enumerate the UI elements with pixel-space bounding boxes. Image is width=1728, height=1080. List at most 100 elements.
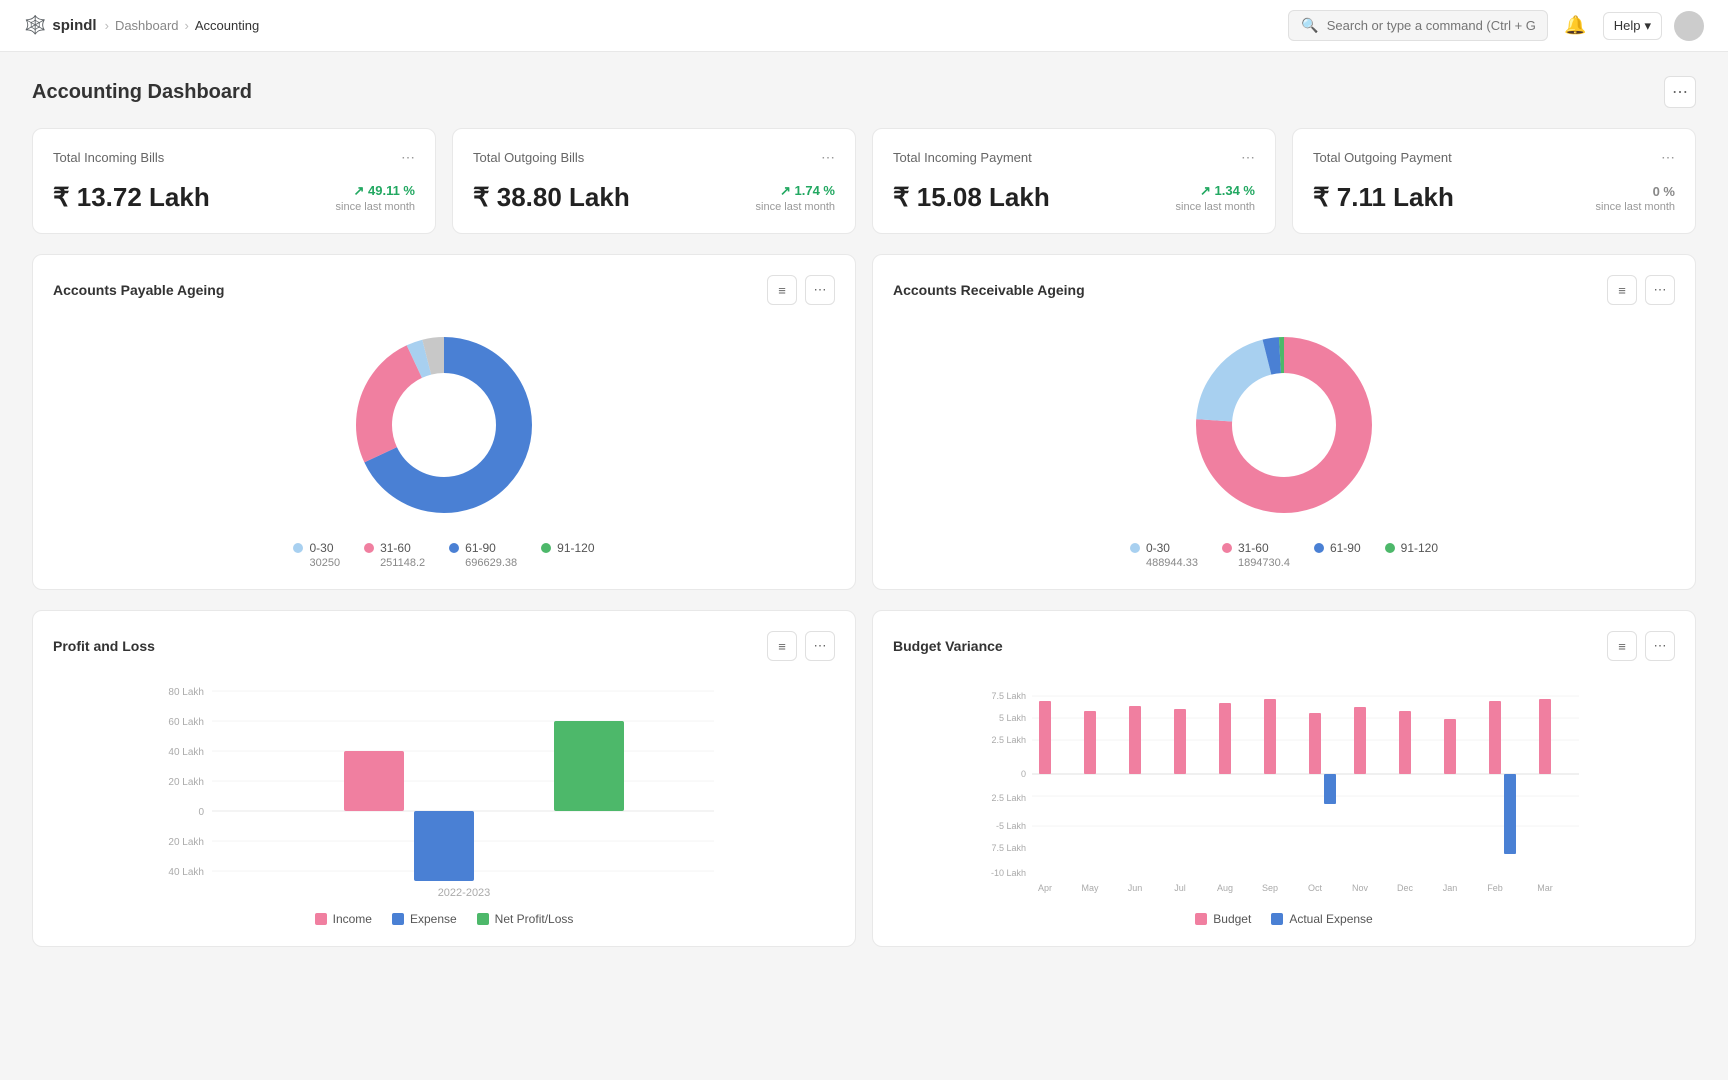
main-content: Accounting Dashboard ⋯ Total Incoming Bi… — [0, 52, 1728, 991]
kpi-menu-button[interactable]: ⋯ — [401, 149, 415, 166]
rec-legend-item-61-90: 61-90 — [1314, 541, 1361, 569]
kpi-title: Total Incoming Bills — [53, 150, 164, 165]
svg-text:5 Lakh: 5 Lakh — [999, 713, 1026, 723]
breadcrumb: › Dashboard › Accounting — [105, 18, 260, 33]
kpi-menu-button[interactable]: ⋯ — [1241, 149, 1255, 166]
kpi-since: since last month — [1596, 201, 1675, 213]
search-input[interactable] — [1327, 18, 1536, 33]
page-more-button[interactable]: ⋯ — [1664, 76, 1696, 108]
bv-bar-chart: 7.5 Lakh 5 Lakh 2.5 Lakh 0 2.5 Lakh -5 L… — [893, 681, 1675, 901]
accounts-receivable-header: Accounts Receivable Ageing ≡ ⋯ — [893, 275, 1675, 305]
svg-text:-10 Lakh: -10 Lakh — [991, 868, 1026, 878]
payable-more-button[interactable]: ⋯ — [805, 275, 835, 305]
search-icon: 🔍 — [1301, 17, 1318, 34]
kpi-value: ₹ 38.80 Lakh — [473, 182, 630, 213]
bv-filter-button[interactable]: ≡ — [1607, 631, 1637, 661]
svg-text:40 Lakh: 40 Lakh — [168, 747, 204, 758]
pnl-more-button[interactable]: ⋯ — [805, 631, 835, 661]
pnl-bar-chart: 80 Lakh 60 Lakh 40 Lakh 20 Lakh 0 20 Lak… — [53, 681, 835, 901]
ageing-charts-row: Accounts Payable Ageing ≡ ⋯ 0-30 — [32, 254, 1696, 590]
kpi-header: Total Outgoing Bills ⋯ — [473, 149, 835, 166]
svg-text:Jul: Jul — [1174, 883, 1186, 893]
pnl-legend-expense: Expense — [392, 912, 457, 926]
legend-item-91-120: 91-120 — [541, 541, 594, 569]
svg-text:Oct: Oct — [1308, 883, 1323, 893]
kpi-menu-button[interactable]: ⋯ — [1661, 149, 1675, 166]
avatar[interactable] — [1674, 11, 1704, 41]
receivable-filter-button[interactable]: ≡ — [1607, 275, 1637, 305]
accounts-payable-title: Accounts Payable Ageing — [53, 282, 224, 298]
svg-text:0: 0 — [198, 807, 204, 818]
svg-text:60 Lakh: 60 Lakh — [168, 717, 204, 728]
kpi-pct: ↗ 49.11 % — [336, 183, 415, 199]
kpi-title: Total Outgoing Bills — [473, 150, 584, 165]
navbar-right: 🔍 🔔 Help ▾ — [1288, 10, 1704, 41]
svg-text:2.5 Lakh: 2.5 Lakh — [991, 793, 1026, 803]
kpi-card-total-incoming-bills: Total Incoming Bills ⋯ ₹ 13.72 Lakh ↗ 49… — [32, 128, 436, 234]
accounts-receivable-title: Accounts Receivable Ageing — [893, 282, 1085, 298]
legend-item-31-60: 31-60 251148.2 — [364, 541, 425, 569]
svg-text:May: May — [1081, 883, 1099, 893]
logo: 🕸️ spindl — [24, 15, 97, 36]
kpi-header: Total Incoming Payment ⋯ — [893, 149, 1255, 166]
svg-text:80 Lakh: 80 Lakh — [168, 687, 204, 698]
kpi-body: ₹ 7.11 Lakh 0 % since last month — [1313, 182, 1675, 213]
kpi-value: ₹ 15.08 Lakh — [893, 182, 1050, 213]
breadcrumb-accounting[interactable]: Accounting — [195, 18, 259, 33]
receivable-more-button[interactable]: ⋯ — [1645, 275, 1675, 305]
kpi-value: ₹ 13.72 Lakh — [53, 182, 210, 213]
budget-variance-card: Budget Variance ≡ ⋯ 7.5 Lakh 5 Lakh 2.5 … — [872, 610, 1696, 947]
legend-item-61-90: 61-90 696629.38 — [449, 541, 517, 569]
svg-text:-5 Lakh: -5 Lakh — [996, 821, 1026, 831]
bv-more-button[interactable]: ⋯ — [1645, 631, 1675, 661]
accounts-receivable-card: Accounts Receivable Ageing ≡ ⋯ 0 — [872, 254, 1696, 590]
svg-text:Apr: Apr — [1038, 883, 1052, 893]
profit-loss-card: Profit and Loss ≡ ⋯ 80 Lakh 60 Lakh 40 L… — [32, 610, 856, 947]
kpi-since: since last month — [336, 201, 415, 213]
legend-item-0-30: 0-30 30250 — [293, 541, 340, 569]
svg-text:20 Lakh: 20 Lakh — [168, 837, 204, 848]
search-bar[interactable]: 🔍 — [1288, 10, 1548, 41]
chevron-down-icon: ▾ — [1644, 18, 1651, 34]
bv-legend-actual: Actual Expense — [1271, 912, 1372, 926]
kpi-card-total-incoming-payment: Total Incoming Payment ⋯ ₹ 15.08 Lakh ↗ … — [872, 128, 1276, 234]
kpi-since: since last month — [1176, 201, 1255, 213]
navbar: 🕸️ spindl › Dashboard › Accounting 🔍 🔔 H… — [0, 0, 1728, 52]
kpi-header: Total Outgoing Payment ⋯ — [1313, 149, 1675, 166]
payable-donut-wrap: 0-30 30250 31-60 251148.2 61-90 696629.3… — [53, 325, 835, 569]
logo-icon: 🕸️ — [24, 15, 46, 36]
svg-text:20 Lakh: 20 Lakh — [168, 777, 204, 788]
kpi-pct: ↗ 1.34 % — [1176, 183, 1255, 199]
rec-legend-item-31-60: 31-60 1894730.4 — [1222, 541, 1290, 569]
bv-header: Budget Variance ≡ ⋯ — [893, 631, 1675, 661]
breadcrumb-dashboard[interactable]: Dashboard — [115, 18, 179, 33]
kpi-change: ↗ 49.11 % since last month — [336, 183, 415, 213]
pnl-filter-button[interactable]: ≡ — [767, 631, 797, 661]
payable-filter-button[interactable]: ≡ — [767, 275, 797, 305]
pnl-legend: Income Expense Net Profit/Loss — [53, 912, 835, 926]
bv-legend: Budget Actual Expense — [893, 912, 1675, 926]
rec-legend-item-91-120: 91-120 — [1385, 541, 1438, 569]
kpi-title: Total Incoming Payment — [893, 150, 1032, 165]
kpi-pct: ↗ 1.74 % — [756, 183, 835, 199]
page-title: Accounting Dashboard — [32, 81, 252, 104]
kpi-body: ₹ 13.72 Lakh ↗ 49.11 % since last month — [53, 182, 415, 213]
kpi-menu-button[interactable]: ⋯ — [821, 149, 835, 166]
svg-text:40 Lakh: 40 Lakh — [168, 867, 204, 878]
kpi-value: ₹ 7.11 Lakh — [1313, 182, 1454, 213]
pnl-legend-net: Net Profit/Loss — [477, 912, 574, 926]
svg-text:Sep: Sep — [1262, 883, 1278, 893]
help-button[interactable]: Help ▾ — [1603, 12, 1662, 40]
kpi-change: ↗ 1.34 % since last month — [1176, 183, 1255, 213]
kpi-title: Total Outgoing Payment — [1313, 150, 1452, 165]
bv-legend-budget: Budget — [1195, 912, 1251, 926]
svg-text:Jun: Jun — [1128, 883, 1143, 893]
accounts-payable-card: Accounts Payable Ageing ≡ ⋯ 0-30 — [32, 254, 856, 590]
pnl-header: Profit and Loss ≡ ⋯ — [53, 631, 835, 661]
accounts-payable-header: Accounts Payable Ageing ≡ ⋯ — [53, 275, 835, 305]
pnl-legend-income: Income — [315, 912, 372, 926]
notification-bell-button[interactable]: 🔔 — [1560, 11, 1590, 40]
bottom-charts-row: Profit and Loss ≡ ⋯ 80 Lakh 60 Lakh 40 L… — [32, 610, 1696, 947]
receivable-legend: 0-30 488944.33 31-60 1894730.4 61-90 91-… — [1130, 541, 1438, 569]
kpi-pct: 0 % — [1596, 184, 1675, 199]
